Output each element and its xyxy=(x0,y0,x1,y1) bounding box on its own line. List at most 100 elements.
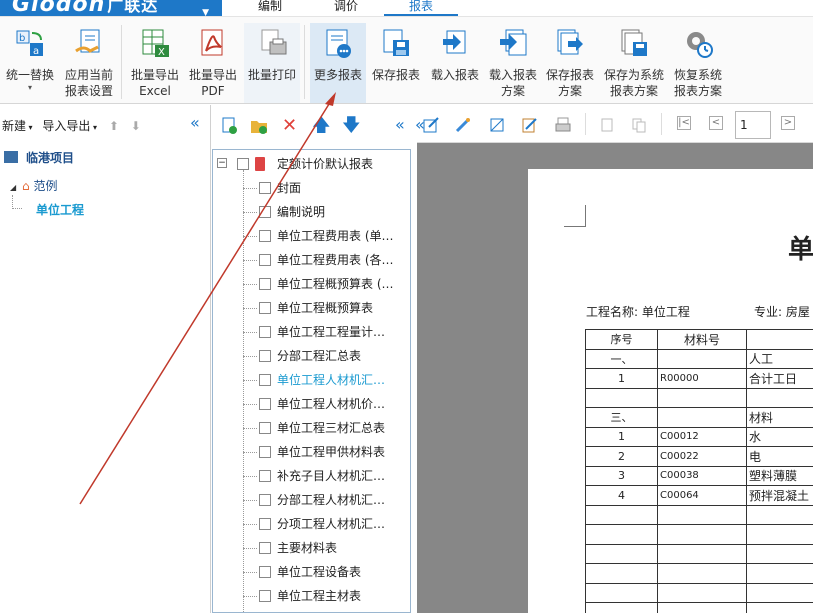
report-checkbox[interactable] xyxy=(259,470,271,482)
report-list-item[interactable]: 单位工程费用表 (单… xyxy=(213,224,410,248)
report-list-item[interactable]: 单位工程人材机价… xyxy=(213,392,410,416)
page-number-input[interactable]: 1 xyxy=(735,111,771,139)
tree-branch-line xyxy=(243,260,257,261)
report-checkbox[interactable] xyxy=(259,374,271,386)
save-report-icon xyxy=(380,27,412,59)
report-list-item[interactable]: 单位工程设备表 xyxy=(213,560,410,584)
unified-replace-button[interactable]: ba 统一替换 ▾ xyxy=(2,23,58,103)
edit-report-icon[interactable] xyxy=(423,117,439,133)
report-list-item[interactable]: 主要材料表 xyxy=(213,536,410,560)
report-list-item[interactable]: 单位工程费用表 (各… xyxy=(213,248,410,272)
collapse-left-icon[interactable]: « xyxy=(190,113,200,132)
report-list-item[interactable]: 单位工程工程量计… xyxy=(213,320,410,344)
expand-caret-icon[interactable]: ◢ xyxy=(10,183,16,192)
report-checkbox[interactable] xyxy=(259,302,271,314)
report-list-item[interactable]: 分部工程人材机汇… xyxy=(213,488,410,512)
prev-page-icon[interactable]: < xyxy=(709,116,723,130)
new-folder-icon[interactable] xyxy=(250,117,268,135)
table-row xyxy=(585,602,813,613)
report-checkbox[interactable] xyxy=(259,542,271,554)
apply-current-report-settings-button[interactable]: 应用当前 报表设置 xyxy=(62,23,116,103)
tree-branch-line xyxy=(243,284,257,285)
table-cell: 三、 xyxy=(585,407,658,428)
tab-report[interactable]: 报表 xyxy=(384,0,458,16)
page-setup-icon[interactable] xyxy=(489,117,505,133)
import-export-caret-icon: ▾ xyxy=(90,123,97,132)
report-checkbox[interactable] xyxy=(259,254,271,266)
report-list-pane: ✕ 🡅 🡇 « − 定额计价默认报表 封面 编制说明 单位工程费用表 (单… 单位工程… xyxy=(212,105,416,613)
next-page-icon[interactable]: > xyxy=(781,116,795,130)
tree-unit[interactable]: 单位工程 xyxy=(36,201,84,218)
batch-export-pdf-button[interactable]: 批量导出 PDF xyxy=(186,23,240,103)
save-scheme-label-1: 保存报表 xyxy=(545,68,594,82)
report-checkbox[interactable] xyxy=(259,494,271,506)
report-list-item[interactable]: 单位工程概预算表 xyxy=(213,296,410,320)
tree-project[interactable]: 临港项目 xyxy=(4,149,74,166)
report-edit-icon[interactable] xyxy=(521,117,537,133)
save-report-scheme-button[interactable]: 保存报表 方案 xyxy=(543,23,597,103)
report-group-row[interactable]: − 定额计价默认报表 xyxy=(213,152,410,176)
move-down-report-icon[interactable]: 🡇 xyxy=(342,113,361,136)
report-checkbox[interactable] xyxy=(259,518,271,530)
save-report-button[interactable]: 保存报表 xyxy=(368,23,424,103)
new-report-icon[interactable] xyxy=(220,117,238,135)
tree-branch-line xyxy=(243,404,257,405)
report-checkbox[interactable] xyxy=(259,326,271,338)
report-checkbox[interactable] xyxy=(259,566,271,578)
more-reports-button[interactable]: 更多报表 xyxy=(310,23,366,103)
batch-export-excel-button[interactable]: X 批量导出 Excel xyxy=(128,23,182,103)
table-row xyxy=(585,543,813,564)
table-cell xyxy=(657,524,747,545)
tab-price-adjust[interactable]: 调价 xyxy=(328,0,364,16)
report-list-item[interactable]: 补充子目人材机汇… xyxy=(213,464,410,488)
table-cell xyxy=(585,504,658,525)
report-checkbox[interactable] xyxy=(259,278,271,290)
report-list-item[interactable]: 单位工程概预算表 (… xyxy=(213,272,410,296)
collapse-group-icon[interactable]: − xyxy=(217,158,227,168)
new-button[interactable]: 新建 ▾ xyxy=(2,119,33,133)
app-logo[interactable]: Glodon 广联达 ▼ xyxy=(0,0,222,18)
group-checkbox[interactable] xyxy=(237,158,249,170)
first-page-icon[interactable]: |< xyxy=(677,116,691,130)
save-as-system-scheme-button[interactable]: 保存为系统 报表方案 xyxy=(600,23,668,103)
print-preview-icon[interactable] xyxy=(555,117,571,133)
report-list-item[interactable]: 单位工程主材表 xyxy=(213,584,410,608)
report-list-item[interactable]: 分项工程人材机汇… xyxy=(213,512,410,536)
report-list-item[interactable]: 封面 xyxy=(213,176,410,200)
table-cell xyxy=(657,387,747,408)
move-up-report-icon[interactable]: 🡅 xyxy=(312,113,331,136)
report-list-item[interactable]: 分部工程汇总表 xyxy=(213,344,410,368)
report-list-item[interactable]: 单位工程人材机汇… xyxy=(213,368,410,392)
batch-print-button[interactable]: 批量打印 xyxy=(244,23,300,103)
tab-edit[interactable]: 编制 xyxy=(252,0,288,16)
collapse-middle-icon[interactable]: « xyxy=(395,115,405,134)
report-checkbox[interactable] xyxy=(259,590,271,602)
report-item-label: 单位工程甲供材料表 xyxy=(277,445,386,459)
tree-example[interactable]: ◢ ⌂ 范例 xyxy=(10,177,57,194)
load-report-button[interactable]: 载入报表 xyxy=(428,23,482,103)
move-down-icon[interactable]: ⬇ xyxy=(131,119,141,133)
design-icon[interactable] xyxy=(455,117,471,133)
move-up-icon[interactable]: ⬆ xyxy=(109,119,119,133)
table-cell xyxy=(585,524,658,545)
delete-icon[interactable]: ✕ xyxy=(282,115,300,136)
report-list-item[interactable]: 编制说明 xyxy=(213,200,410,224)
import-export-button[interactable]: 导入导出 ▾ xyxy=(42,119,97,133)
multi-page-icon[interactable] xyxy=(631,117,647,133)
load-report-scheme-button[interactable]: 载入报表 方案 xyxy=(486,23,540,103)
report-list-item[interactable]: 单位工程三材汇总表 xyxy=(213,416,410,440)
table-cell xyxy=(657,563,747,584)
report-checkbox[interactable] xyxy=(259,182,271,194)
apply-settings-label-2: 报表设置 xyxy=(64,84,113,98)
report-checkbox[interactable] xyxy=(259,398,271,410)
report-checkbox[interactable] xyxy=(259,350,271,362)
report-checkbox[interactable] xyxy=(259,446,271,458)
table-cell: C00012 xyxy=(657,426,747,447)
report-checkbox[interactable] xyxy=(259,206,271,218)
new-caret-icon: ▾ xyxy=(26,123,33,132)
report-list-item[interactable]: 单位工程甲供材料表 xyxy=(213,440,410,464)
report-checkbox[interactable] xyxy=(259,422,271,434)
report-checkbox[interactable] xyxy=(259,230,271,242)
single-page-icon[interactable] xyxy=(599,117,615,133)
restore-system-scheme-button[interactable]: 恢复系统 报表方案 xyxy=(670,23,726,103)
